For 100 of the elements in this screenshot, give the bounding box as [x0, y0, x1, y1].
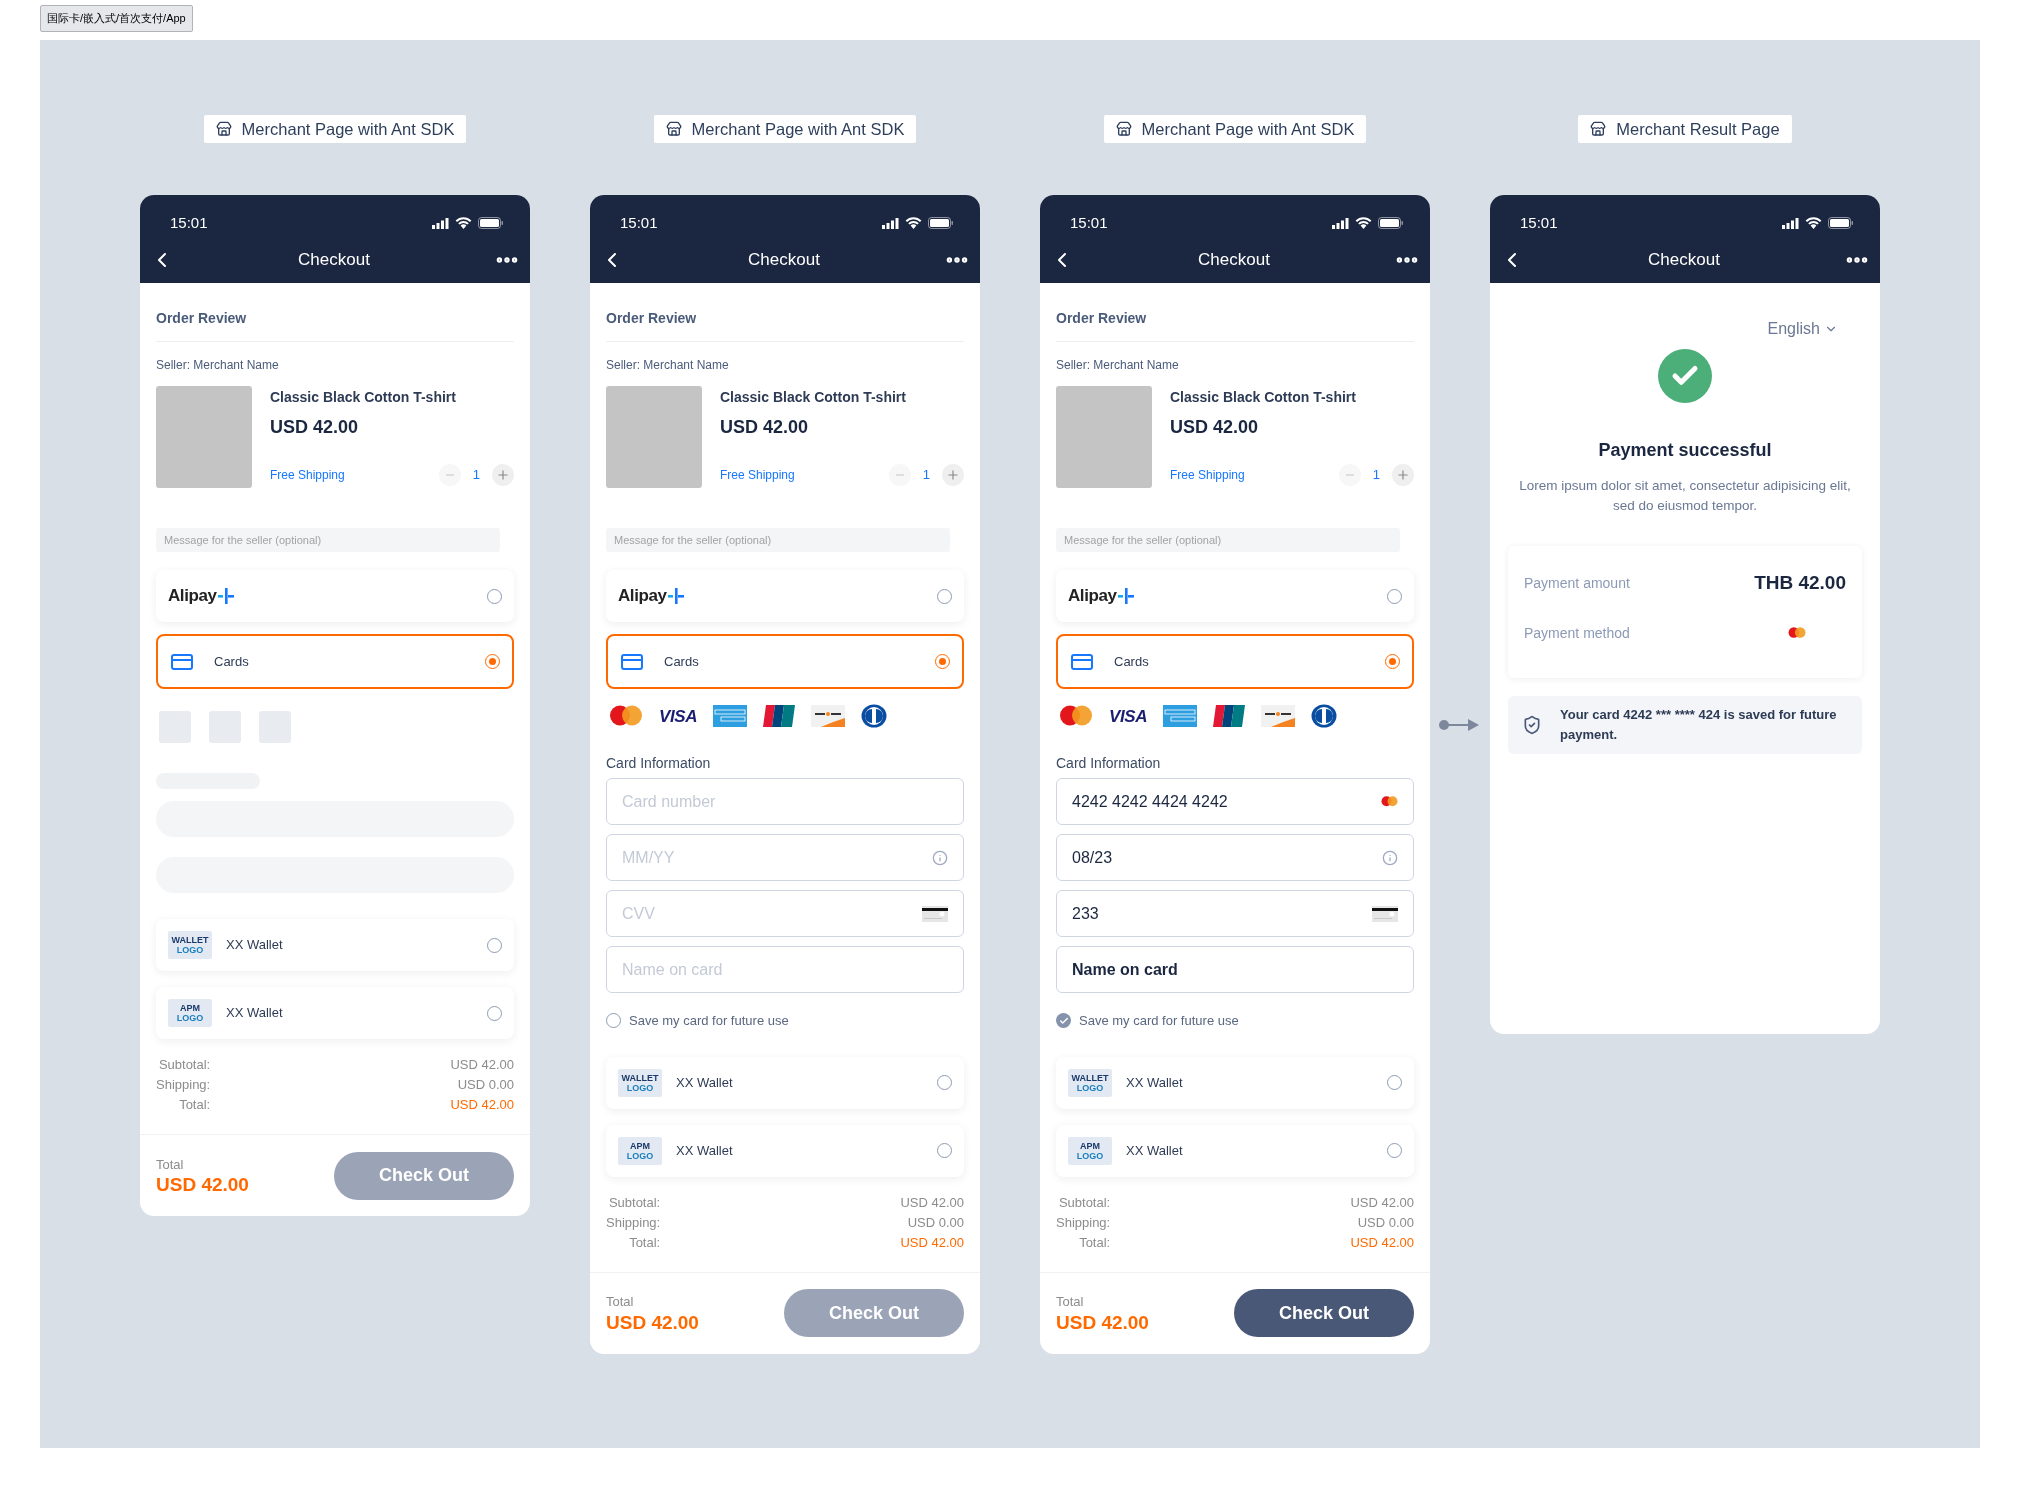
- total-label: Total: [606, 1293, 635, 1312]
- section-title: Order Review: [156, 309, 248, 328]
- increase-button[interactable]: [1392, 464, 1414, 486]
- diners-logo-icon: [861, 704, 887, 728]
- language-selector[interactable]: English: [1767, 317, 1838, 341]
- wallet-option[interactable]: APM LOGO XX Wallet: [606, 1124, 964, 1177]
- battery-icon: [1828, 217, 1854, 229]
- signal-icon: [432, 217, 449, 229]
- payment-method-option[interactable]: Cards: [1056, 634, 1414, 689]
- checkout-button[interactable]: Check Out: [1234, 1289, 1414, 1337]
- summary-value: USD 0.00: [907, 1213, 964, 1232]
- cvv-card-icon: [922, 905, 948, 922]
- unionpay-logo-icon: [763, 705, 795, 727]
- summary-value: USD 42.00: [1350, 1193, 1414, 1212]
- decrease-button[interactable]: [1338, 464, 1361, 486]
- wallet-option[interactable]: APM LOGO XX Wallet: [156, 987, 514, 1039]
- battery-icon: [1378, 217, 1404, 229]
- screen-caption: Merchant Page with Ant SDK: [1103, 115, 1367, 143]
- payment-method-option[interactable]: Cards: [606, 634, 964, 689]
- shipping-label: Free Shipping: [720, 467, 795, 484]
- nav-title: Checkout: [1198, 249, 1270, 272]
- plus-mark-icon: [668, 588, 685, 604]
- unionpay-logo-icon: [1213, 705, 1245, 727]
- summary-value: USD 42.00: [900, 1193, 964, 1212]
- wallet-label: XX Wallet: [226, 936, 283, 955]
- product-price: USD 42.00: [270, 416, 360, 439]
- product-price: USD 42.00: [720, 416, 810, 439]
- summary-value: USD 0.00: [1357, 1213, 1414, 1232]
- info-icon[interactable]: [1382, 849, 1398, 866]
- wallet-logo: APM LOGO: [618, 1136, 662, 1165]
- input-field[interactable]: 08/23: [1056, 834, 1414, 881]
- product-title: Classic Black Cotton T-shirt: [720, 388, 907, 407]
- amex-logo-icon: [713, 705, 747, 727]
- input-field[interactable]: Name on card: [1056, 946, 1414, 993]
- alipay-logo: Alipay: [168, 585, 217, 608]
- seller-name: Seller: Merchant Name: [606, 357, 730, 374]
- wallet-option[interactable]: WALLET LOGO XX Wallet: [1056, 1056, 1414, 1109]
- mastercard-logo-icon: [609, 705, 643, 727]
- wifi-icon: [1805, 217, 1822, 229]
- section-title: Order Review: [606, 309, 698, 328]
- decrease-button[interactable]: [438, 464, 461, 486]
- wallet-label: XX Wallet: [676, 1073, 733, 1092]
- nav-title: Checkout: [1648, 249, 1720, 272]
- diners-logo-icon: [1311, 704, 1337, 728]
- summary-label: Total:: [1079, 1233, 1111, 1252]
- visa-logo: VISA: [1109, 707, 1147, 725]
- seller-name: Seller: Merchant Name: [156, 357, 280, 374]
- detail-label: Payment amount: [1524, 573, 1630, 593]
- wifi-icon: [455, 217, 472, 229]
- total-label: Total: [156, 1155, 185, 1174]
- summary-value: USD 42.00: [1350, 1233, 1414, 1252]
- wallet-option[interactable]: APM LOGO XX Wallet: [1056, 1124, 1414, 1177]
- store-icon: [1115, 121, 1132, 137]
- summary-value: USD 42.00: [450, 1096, 514, 1114]
- wallet-logo: APM LOGO: [168, 999, 212, 1027]
- increase-button[interactable]: [492, 464, 514, 486]
- status-time: 15:01: [1070, 212, 1108, 233]
- total-amount: USD 42.00: [1056, 1311, 1149, 1334]
- wifi-icon: [905, 217, 922, 229]
- checkbox[interactable]: [1056, 1013, 1071, 1029]
- increase-button[interactable]: [942, 464, 964, 486]
- alipay-logo: Alipay: [1068, 585, 1117, 608]
- input-field[interactable]: 233: [1056, 890, 1414, 937]
- plus-icon: [946, 468, 960, 482]
- battery-icon: [478, 217, 504, 229]
- payment-method-option[interactable]: Alipay: [606, 570, 964, 622]
- screen-caption: Merchant Page with Ant SDK: [653, 115, 917, 143]
- payment-method-option[interactable]: Cards: [156, 634, 514, 689]
- payment-method-option[interactable]: Alipay: [156, 570, 514, 622]
- breadcrumb-tag: 国际卡/嵌入式/首次支付/App: [40, 5, 193, 32]
- section-label: Card Information: [606, 754, 712, 773]
- decrease-button[interactable]: [888, 464, 911, 486]
- input-field[interactable]: 4242 4242 4424 4242: [1056, 778, 1414, 825]
- status-time: 15:01: [170, 212, 208, 233]
- screen-caption: Merchant Result Page: [1578, 115, 1792, 143]
- wallet-option[interactable]: WALLET LOGO XX Wallet: [156, 919, 514, 971]
- detail-value: THB 42.00: [1754, 570, 1846, 595]
- save-card-label: Save my card for future use: [1079, 1012, 1239, 1030]
- signal-icon: [1332, 217, 1349, 229]
- discover-logo-icon: [811, 705, 845, 727]
- summary-label: Shipping:: [606, 1213, 661, 1232]
- wifi-icon: [1355, 217, 1372, 229]
- seller-name: Seller: Merchant Name: [1056, 357, 1180, 374]
- wallet-logo: WALLET LOGO: [168, 931, 212, 959]
- summary-label: Subtotal:: [158, 1056, 211, 1074]
- wallet-label: XX Wallet: [1126, 1073, 1183, 1092]
- cvv-card-icon: [1372, 905, 1398, 922]
- payment-method-option[interactable]: Alipay: [1056, 570, 1414, 622]
- status-time: 15:01: [1520, 212, 1558, 233]
- wallet-option[interactable]: WALLET LOGO XX Wallet: [606, 1056, 964, 1109]
- info-icon[interactable]: [932, 849, 948, 866]
- summary-value: USD 0.00: [457, 1076, 514, 1094]
- summary-label: Subtotal:: [608, 1193, 661, 1212]
- mastercard-icon: [1381, 796, 1398, 807]
- store-icon: [215, 121, 232, 137]
- quantity-value: 1: [472, 466, 480, 485]
- battery-icon: [928, 217, 954, 229]
- plus-mark-icon: [218, 588, 235, 604]
- signal-icon: [882, 217, 899, 229]
- quantity-value: 1: [922, 466, 930, 485]
